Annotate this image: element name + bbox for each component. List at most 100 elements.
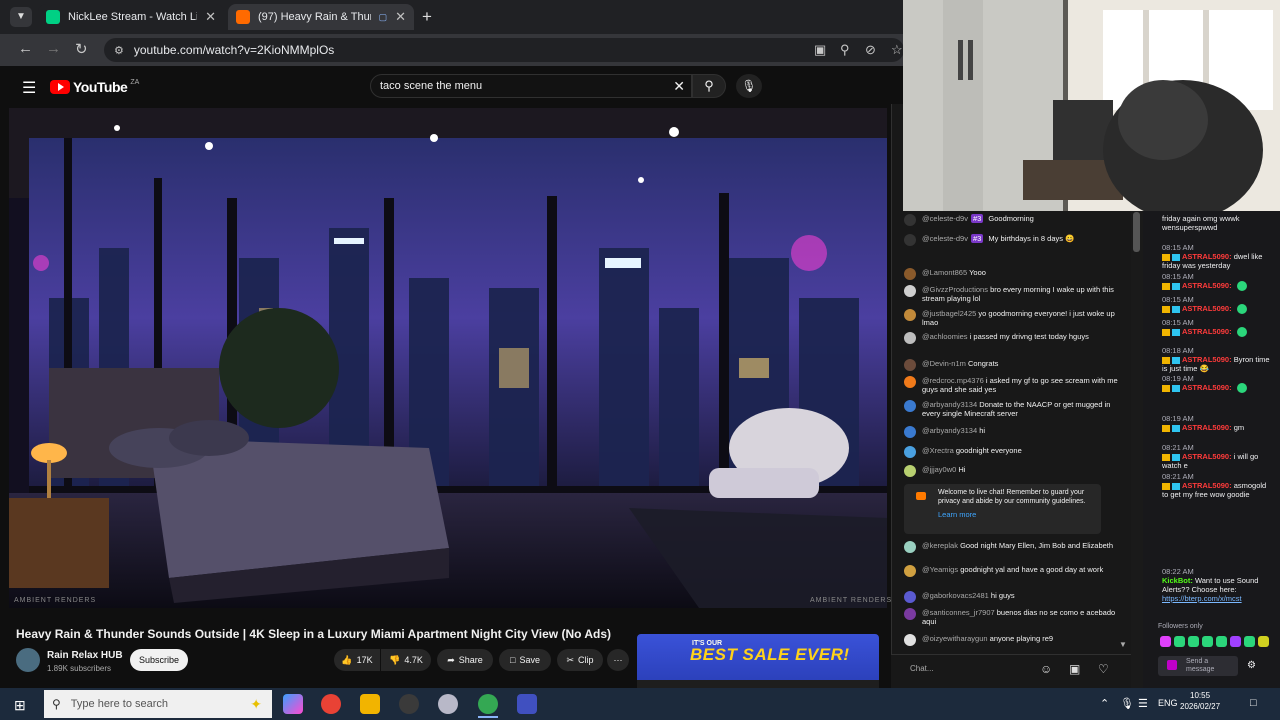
chat-author[interactable]: @justbagel2425 [922,309,976,318]
emote-icon[interactable] [1244,636,1255,647]
zoom-icon[interactable]: ⚲ [840,42,850,58]
emote-icon[interactable] [1230,636,1241,647]
chat-author[interactable]: @Lamont865 [922,268,967,277]
chat-author[interactable]: @jjjay0w0 [922,465,956,474]
chat-avatar[interactable] [904,608,916,620]
app-icon[interactable] [438,694,458,714]
chat-author[interactable]: @celeste-d9v [922,214,968,223]
settings-icon[interactable]: ⚙ [1247,660,1256,671]
chat-author[interactable]: @arbyandy3134 [922,400,977,409]
taskbar-search[interactable]: ⚲ Type here to search ✦ [44,690,272,718]
chat-author[interactable]: @oizyewitharaygun [922,634,988,643]
more-actions-button[interactable]: ⋯ [607,649,629,671]
network-icon[interactable]: ☰ [1138,697,1148,710]
chat-avatar[interactable] [904,465,916,477]
tab-nicklee[interactable]: NickLee Stream - Watch Live on ✕ [38,4,224,30]
emote-icon[interactable] [1174,636,1185,647]
chat-author[interactable]: @santiconnes_jr7907 [922,608,995,617]
chrome-icon[interactable] [321,694,341,714]
search-icon[interactable]: ⚲ [692,74,726,98]
scrollbar-thumb[interactable] [1133,212,1140,252]
reload-icon[interactable]: ↻ [75,40,88,58]
dislike-button[interactable]: 👎 4.7K [381,649,431,671]
chat-author[interactable]: @GivzzProductions [922,285,988,294]
super-chat-icon[interactable]: ▣ [1069,662,1080,676]
emote-icon[interactable] [1188,636,1199,647]
chatter-name[interactable]: ASTRAL5090: [1182,355,1232,364]
chatter-name[interactable]: ASTRAL5090: [1182,304,1232,313]
share-button[interactable]: ➦ Share [437,649,493,671]
chat-author[interactable]: @Devin-n1m [922,359,966,368]
address-bar[interactable]: ⚙ youtube.com/watch?v=2KioNMMplOs [104,38,904,62]
clip-button[interactable]: ✂ Clip [557,649,603,671]
chat-author[interactable]: @gaborkovacs2481 [922,591,989,600]
new-tab-icon[interactable]: + [422,7,432,27]
chat-avatar[interactable] [904,234,916,246]
teams-icon[interactable] [517,694,537,714]
chat-author[interactable]: @arbyandy3134 [922,426,977,435]
file-explorer-icon[interactable] [360,694,380,714]
chatter-name[interactable]: ASTRAL5090: [1182,452,1232,461]
bookmark-star-icon[interactable]: ☆ [891,42,903,58]
save-button[interactable]: □ Save [499,649,551,671]
chatter-name[interactable]: ASTRAL5090: [1182,281,1232,290]
chat-avatar[interactable] [904,376,916,388]
forward-icon[interactable]: → [46,40,61,57]
chat-author[interactable]: @kereplak [922,541,958,550]
chat-author[interactable]: @achloomies [922,332,968,341]
system-clock[interactable]: 10:55 2026/02/27 [1180,690,1220,712]
eye-off-icon[interactable]: ⊘ [865,42,876,58]
bot-link[interactable]: https://bterp.com/x/mcst [1162,594,1272,603]
chat-avatar[interactable] [904,400,916,412]
chat-avatar[interactable] [904,285,916,297]
chat-avatar[interactable] [904,214,916,226]
chatter-name[interactable]: ASTRAL5090: [1182,423,1232,432]
chat-avatar[interactable] [904,268,916,280]
microphone-icon[interactable]: 🎙 [736,74,762,98]
windows-start-icon[interactable]: ⊞ [14,697,26,714]
notifications-icon[interactable]: □ [1250,697,1257,709]
chat-avatar[interactable] [904,541,916,553]
chrome-profile-icon[interactable] [478,694,498,714]
emote-icon[interactable] [1258,636,1269,647]
emote-icon[interactable] [1216,636,1227,647]
scroll-down-icon[interactable]: ▼ [1119,640,1127,649]
close-tab-icon[interactable]: ✕ [205,9,216,25]
emote-icon[interactable] [1202,636,1213,647]
language-indicator[interactable]: ENG [1158,698,1178,708]
install-icon[interactable]: ▣ [814,42,826,58]
heart-icon[interactable]: ♡ [1098,662,1109,676]
chat-avatar[interactable] [904,446,916,458]
microphone-icon[interactable]: 🎙 [1120,697,1134,710]
chat-avatar[interactable] [904,565,916,577]
learn-more-link[interactable]: Learn more [938,510,1095,519]
chat-author[interactable]: @redcroc.mp4376 [922,376,984,385]
chat-avatar[interactable] [904,591,916,603]
clear-search-icon[interactable]: ✕ [673,78,685,95]
menu-icon[interactable]: ☰ [22,78,36,98]
search-input[interactable]: taco scene the menu ✕ [370,74,692,98]
channel-name[interactable]: Rain Relax HUB [47,650,123,661]
copilot-icon[interactable] [283,694,303,714]
chat-avatar[interactable] [904,309,916,321]
site-info-icon[interactable]: ⚙ [114,44,124,57]
chatter-name[interactable]: ASTRAL5090: [1182,383,1232,392]
subscribe-button[interactable]: Subscribe [130,649,188,671]
close-tab-icon[interactable]: ✕ [395,9,406,25]
tray-overflow-icon[interactable]: ⌃ [1100,697,1109,710]
youtube-logo[interactable]: YouTube ZA [50,79,139,95]
chatter-name[interactable]: ASTRAL5090: [1182,481,1232,490]
chat-avatar[interactable] [904,634,916,646]
emoji-icon[interactable]: ☺ [1040,662,1052,676]
tab-youtube[interactable]: (97) Heavy Rain & Thunder ▢ ✕ [228,4,414,30]
chat-author[interactable]: @Xrectra [922,446,954,455]
chat-author[interactable]: @Yeamigs [922,565,958,574]
chat-avatar[interactable] [904,359,916,371]
video-player[interactable] [9,108,887,608]
chat-input[interactable]: Chat... [910,664,934,673]
chatter-name[interactable]: ASTRAL5090: [1182,252,1232,261]
chatter-name[interactable]: ASTRAL5090: [1182,327,1232,336]
back-icon[interactable]: ← [18,40,33,57]
chat-avatar[interactable] [904,332,916,344]
chat-author[interactable]: @celeste-d9v [922,234,968,243]
